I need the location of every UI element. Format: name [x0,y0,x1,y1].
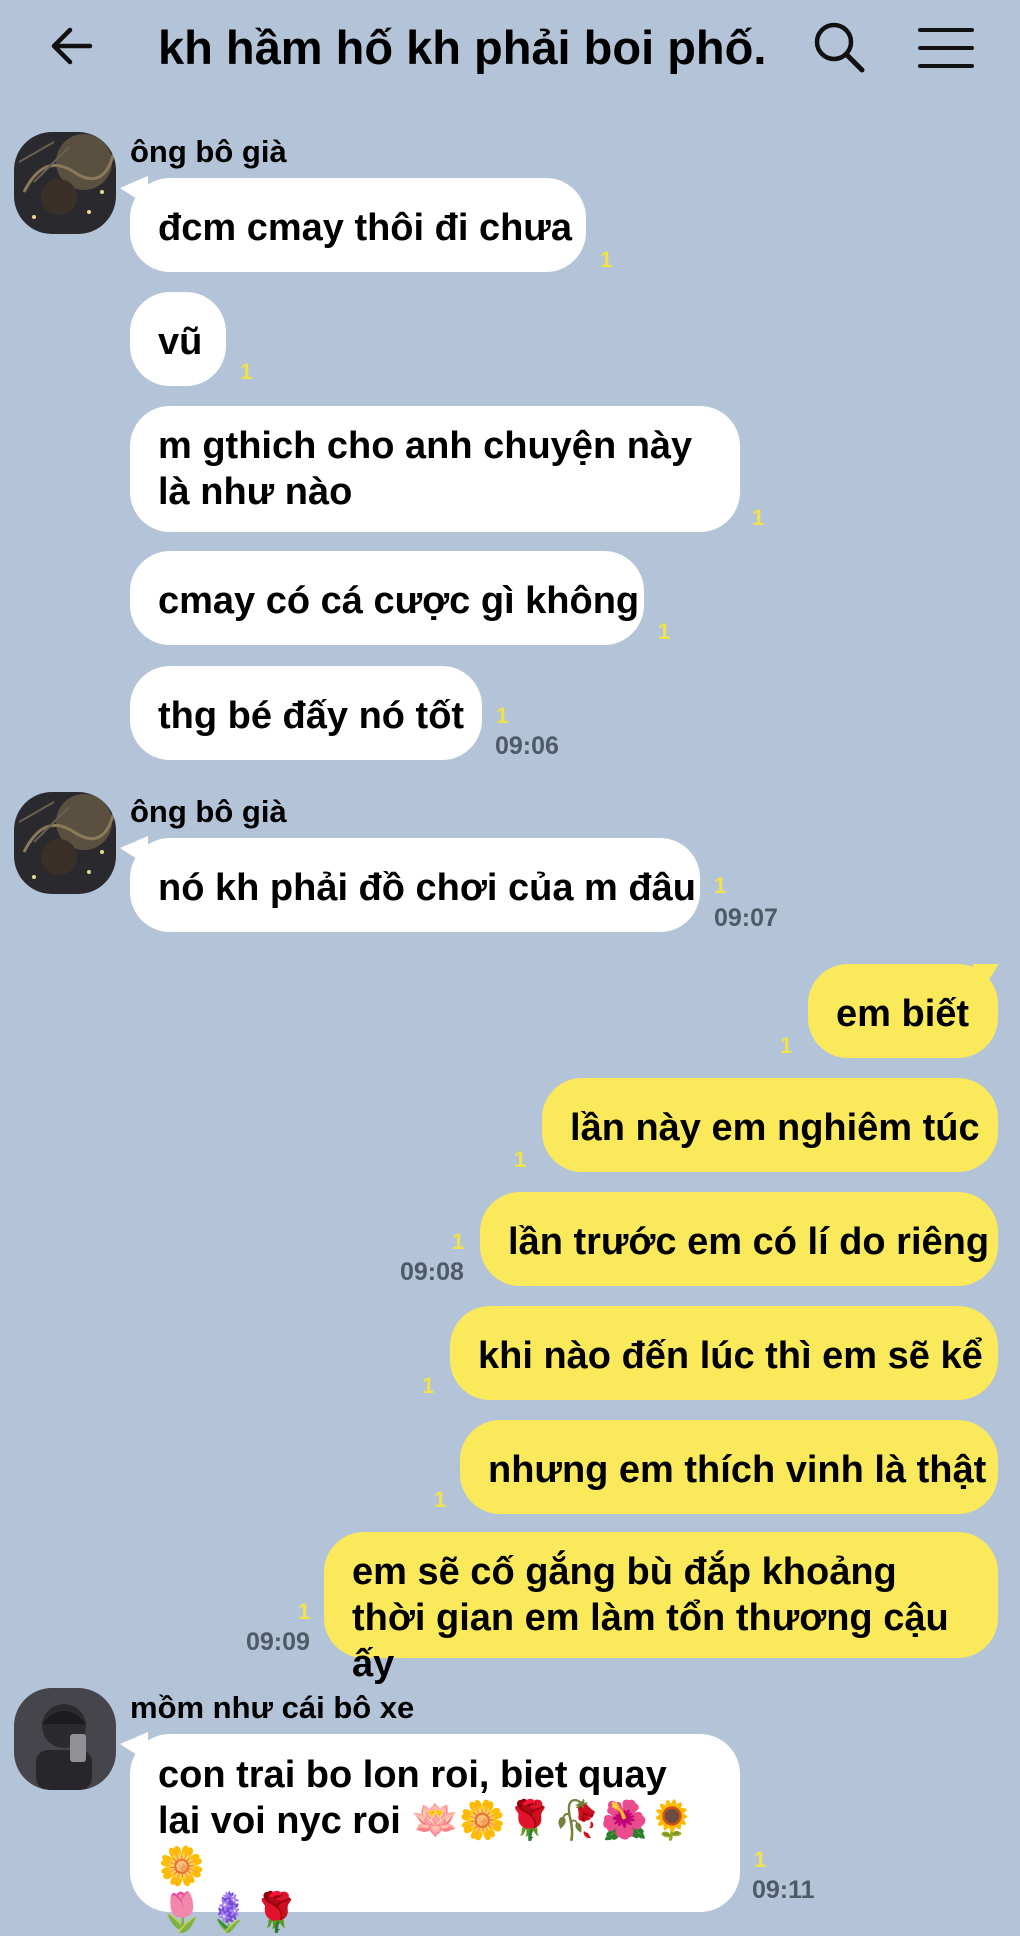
message-bubble[interactable]: em biết [808,964,998,1058]
search-button[interactable] [810,18,870,78]
read-count: 1 [298,1599,311,1624]
read-count: 1 [422,1373,435,1398]
message-bubble[interactable]: vũ [130,292,226,386]
message-bubble[interactable]: lần trước em có lí do riêng [480,1192,998,1286]
chat-header: kh hầm hố kh phải boi phố... [0,0,1020,98]
message-bubble[interactable]: m gthich cho anh chuyện này là như nào [130,406,740,532]
avatar-photo [14,792,116,894]
read-count: 1 [658,619,671,644]
read-count: 1 [714,873,727,898]
back-button[interactable] [40,16,112,80]
message-bubble[interactable]: nhưng em thích vinh là thật [460,1420,998,1514]
message-text: nhưng em thích vinh là thật [488,1449,987,1491]
message-text: nó kh phải đồ chơi của m đâu [158,867,696,909]
read-count: 1 [452,1229,465,1254]
message-text: m gthich cho anh chuyện này là như nào [158,425,693,513]
message-bubble[interactable]: con trai bo lon roi, biet quay lai voi n… [130,1734,740,1934]
message-text: lần này em nghiêm túc [570,1107,980,1149]
arrow-left-icon [51,27,93,65]
chat-title: kh hầm hố kh phải boi phố... [158,21,768,74]
sender-name: ông bô già [130,134,287,169]
read-count: 1 [434,1487,447,1512]
sender-name: ông bô già [130,794,287,829]
message-bubble[interactable]: nó kh phải đồ chơi của m đâu [130,838,700,932]
read-count: 1 [754,1847,767,1872]
sender-name: mồm như cái bô xe [130,1690,415,1725]
message-bubble[interactable]: lần này em nghiêm túc [542,1078,998,1172]
message-bubble[interactable]: thg bé đấy nó tốt [130,666,482,760]
message-text: khi nào đến lúc thì em sẽ kể [478,1335,983,1377]
message-text: vũ [158,321,203,363]
read-count: 1 [240,359,253,384]
emoji-row: 🌷🪻🌹 [158,1892,300,1934]
message-text: đcm cmay thôi đi chưa [158,207,572,249]
message-time: 09:08 [400,1258,464,1286]
message-time: 09:11 [752,1876,815,1904]
hamburger-menu-icon [918,28,974,68]
read-count: 1 [780,1033,793,1058]
message-time: 09:06 [495,732,559,760]
message-text: em biết [836,993,970,1035]
search-icon [814,22,865,73]
avatar[interactable] [14,132,116,234]
avatar[interactable] [14,792,116,894]
message-bubble[interactable]: khi nào đến lúc thì em sẽ kể [450,1306,998,1400]
read-count: 1 [514,1147,527,1172]
avatar[interactable] [14,1688,116,1790]
avatar-photo [14,132,116,234]
message-bubble[interactable]: đcm cmay thôi đi chưa [130,178,586,272]
read-count: 1 [496,703,509,728]
message-time: 09:09 [246,1628,310,1656]
read-count: 1 [752,505,765,530]
read-count: 1 [600,247,613,272]
message-bubble[interactable]: em sẽ cố gắng bù đắp khoảng thời gian em… [324,1532,998,1685]
message-bubble[interactable]: cmay có cá cược gì không [130,551,644,645]
avatar-photo [14,1688,116,1790]
message-text: lần trước em có lí do riêng [508,1221,990,1263]
menu-button[interactable] [916,20,976,76]
message-text: em sẽ cố gắng bù đắp khoảng thời gian em… [352,1551,949,1685]
message-text: cmay có cá cược gì không [158,580,640,622]
message-text: thg bé đấy nó tốt [158,695,465,737]
message-time: 09:07 [714,904,778,932]
